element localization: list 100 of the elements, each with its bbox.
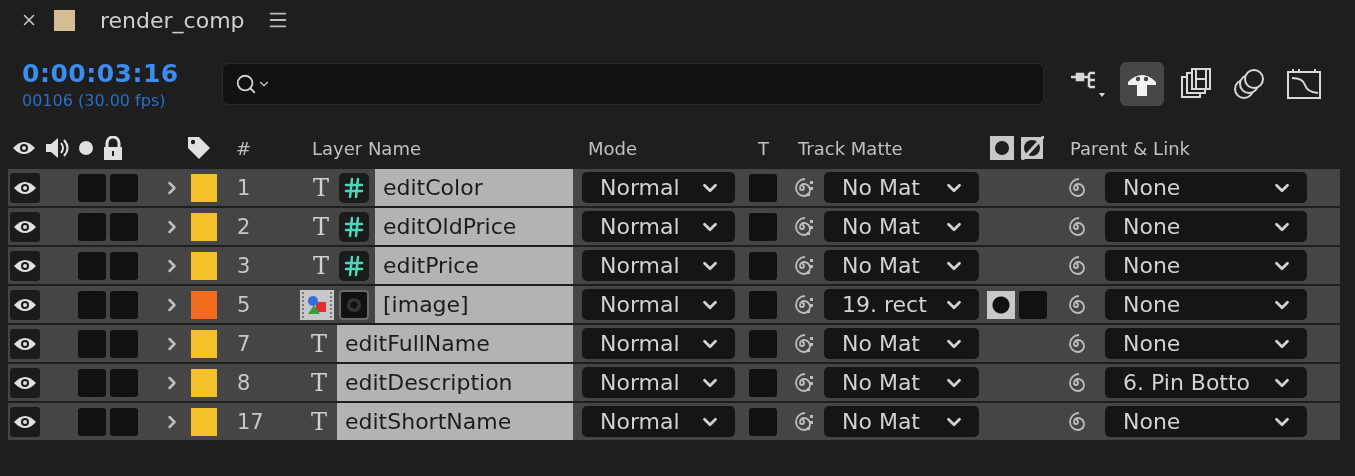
parent-dropdown[interactable]: None	[1105, 289, 1307, 320]
track-matte-dropdown[interactable]: 19. rect	[824, 289, 979, 320]
timecode[interactable]: 0:00:03:16	[22, 58, 222, 88]
column-header: #	[236, 137, 252, 159]
parent-dropdown[interactable]: None	[1105, 172, 1307, 203]
layer-name[interactable]: editPrice	[375, 247, 573, 284]
label-swatch[interactable]	[191, 290, 217, 319]
layer-name[interactable]: editDescription	[337, 364, 573, 401]
parent-dropdown[interactable]: None	[1105, 211, 1307, 242]
search-field[interactable]	[222, 63, 1044, 105]
audio-toggle[interactable]	[78, 251, 106, 280]
dot-icon	[78, 140, 94, 156]
invert-matte-toggle[interactable]	[1019, 290, 1047, 319]
text-layer-glyph: T	[312, 212, 330, 241]
column-header[interactable]: Track Matte	[798, 137, 903, 159]
alpha-matte-icon	[990, 136, 1014, 160]
audio-toggle[interactable]	[78, 212, 106, 241]
track-matte-dropdown[interactable]: No Mat	[824, 406, 979, 437]
mode-dropdown[interactable]: Normal	[582, 367, 735, 398]
panel-title[interactable]: render_comp	[100, 7, 245, 33]
graph-editor-icon	[1285, 67, 1323, 101]
audio-toggle[interactable]	[78, 329, 106, 358]
layer-row[interactable]: 8 T editDescription Normal No Mat 6. Pin Botto	[8, 364, 1340, 401]
preserve-transparency-toggle[interactable]	[749, 407, 777, 436]
mode-dropdown[interactable]: Normal	[582, 328, 735, 359]
invert-matte-icon	[1020, 136, 1044, 160]
text-layer-glyph: T	[312, 173, 330, 202]
mode-dropdown[interactable]: Normal	[582, 172, 735, 203]
lock-toggle[interactable]	[110, 407, 138, 436]
track-matte-dropdown[interactable]: No Mat	[824, 328, 979, 359]
layer-row[interactable]: 5 [image] Normal 19. rect None	[8, 286, 1340, 323]
layer-name[interactable]: editFullName	[337, 325, 573, 362]
visibility-toggle[interactable]	[10, 328, 40, 359]
preserve-transparency-toggle[interactable]	[749, 329, 777, 358]
preserve-transparency-toggle[interactable]	[749, 368, 777, 397]
footage-icon	[300, 289, 334, 320]
visibility-toggle[interactable]	[10, 406, 40, 437]
mode-dropdown[interactable]: Normal	[582, 211, 735, 242]
preserve-transparency-toggle[interactable]	[749, 173, 777, 202]
preserve-transparency-toggle[interactable]	[749, 212, 777, 241]
audio-toggle[interactable]	[78, 173, 106, 202]
parent-dropdown[interactable]: 6. Pin Botto	[1105, 367, 1307, 398]
composition-swatch	[54, 9, 75, 31]
label-swatch[interactable]	[191, 251, 217, 280]
visibility-toggle[interactable]	[10, 289, 40, 320]
label-swatch[interactable]	[191, 368, 217, 397]
label-swatch[interactable]	[191, 173, 217, 202]
mode-dropdown[interactable]: Normal	[582, 289, 735, 320]
lock-toggle[interactable]	[110, 251, 138, 280]
eye-icon	[13, 257, 37, 274]
label-swatch[interactable]	[191, 212, 217, 241]
parent-dropdown[interactable]: None	[1105, 250, 1307, 281]
track-matte-dropdown[interactable]: No Mat	[824, 172, 979, 203]
track-matte-dropdown[interactable]: No Mat	[824, 250, 979, 281]
column-header[interactable]: Mode	[588, 137, 638, 159]
layer-row[interactable]: 17 T editShortName Normal No Mat None	[8, 403, 1340, 440]
layer-number: 17	[237, 409, 265, 434]
mode-dropdown[interactable]: Normal	[582, 250, 735, 281]
visibility-toggle[interactable]	[10, 367, 40, 398]
lock-toggle[interactable]	[110, 212, 138, 241]
layer-row[interactable]: 2 T editOldPrice Normal No Mat None	[8, 208, 1340, 245]
layer-name[interactable]: editOldPrice	[375, 208, 573, 245]
frame-count: 00106 (30.00 fps)	[22, 90, 167, 110]
visibility-toggle[interactable]	[10, 211, 40, 242]
label-swatch[interactable]	[191, 329, 217, 358]
track-matte-dropdown[interactable]: No Mat	[824, 367, 979, 398]
parent-dropdown[interactable]: None	[1105, 328, 1307, 359]
lock-toggle[interactable]	[110, 329, 138, 358]
visibility-toggle[interactable]	[10, 172, 40, 203]
layer-name[interactable]: [image]	[375, 286, 573, 323]
layer-name[interactable]: editShortName	[337, 403, 573, 440]
lock-icon	[102, 136, 124, 160]
parent-dropdown[interactable]: None	[1105, 406, 1307, 437]
eye-icon	[13, 296, 37, 313]
audio-toggle[interactable]	[78, 407, 106, 436]
eye-icon	[13, 179, 37, 196]
layer-name[interactable]: editColor	[375, 169, 573, 206]
layer-row[interactable]: 3 T editPrice Normal No Mat None	[8, 247, 1340, 284]
alpha-matte-toggle[interactable]	[987, 290, 1015, 319]
tag-icon	[186, 135, 212, 161]
track-matte-dropdown[interactable]: No Mat	[824, 211, 979, 242]
toolbar-button[interactable]	[1120, 62, 1164, 106]
layer-row[interactable]: 7 T editFullName Normal No Mat None	[8, 325, 1340, 362]
layer-row[interactable]: 1 T editColor Normal No Mat None	[8, 169, 1340, 206]
mode-dropdown[interactable]: Normal	[582, 406, 735, 437]
column-header[interactable]: Layer Name	[312, 137, 421, 159]
preserve-transparency-toggle[interactable]	[749, 290, 777, 319]
lock-toggle[interactable]	[110, 290, 138, 319]
eye-icon	[12, 140, 36, 156]
preserve-transparency-toggle[interactable]	[749, 251, 777, 280]
lock-toggle[interactable]	[110, 173, 138, 202]
label-swatch[interactable]	[191, 407, 217, 436]
lock-toggle[interactable]	[110, 368, 138, 397]
audio-toggle[interactable]	[78, 290, 106, 319]
expression-icon	[339, 211, 369, 242]
visibility-toggle[interactable]	[10, 250, 40, 281]
expression-icon	[339, 172, 369, 203]
audio-toggle[interactable]	[78, 368, 106, 397]
mask-icon	[339, 289, 369, 320]
column-header[interactable]: Parent & Link	[1070, 137, 1190, 159]
